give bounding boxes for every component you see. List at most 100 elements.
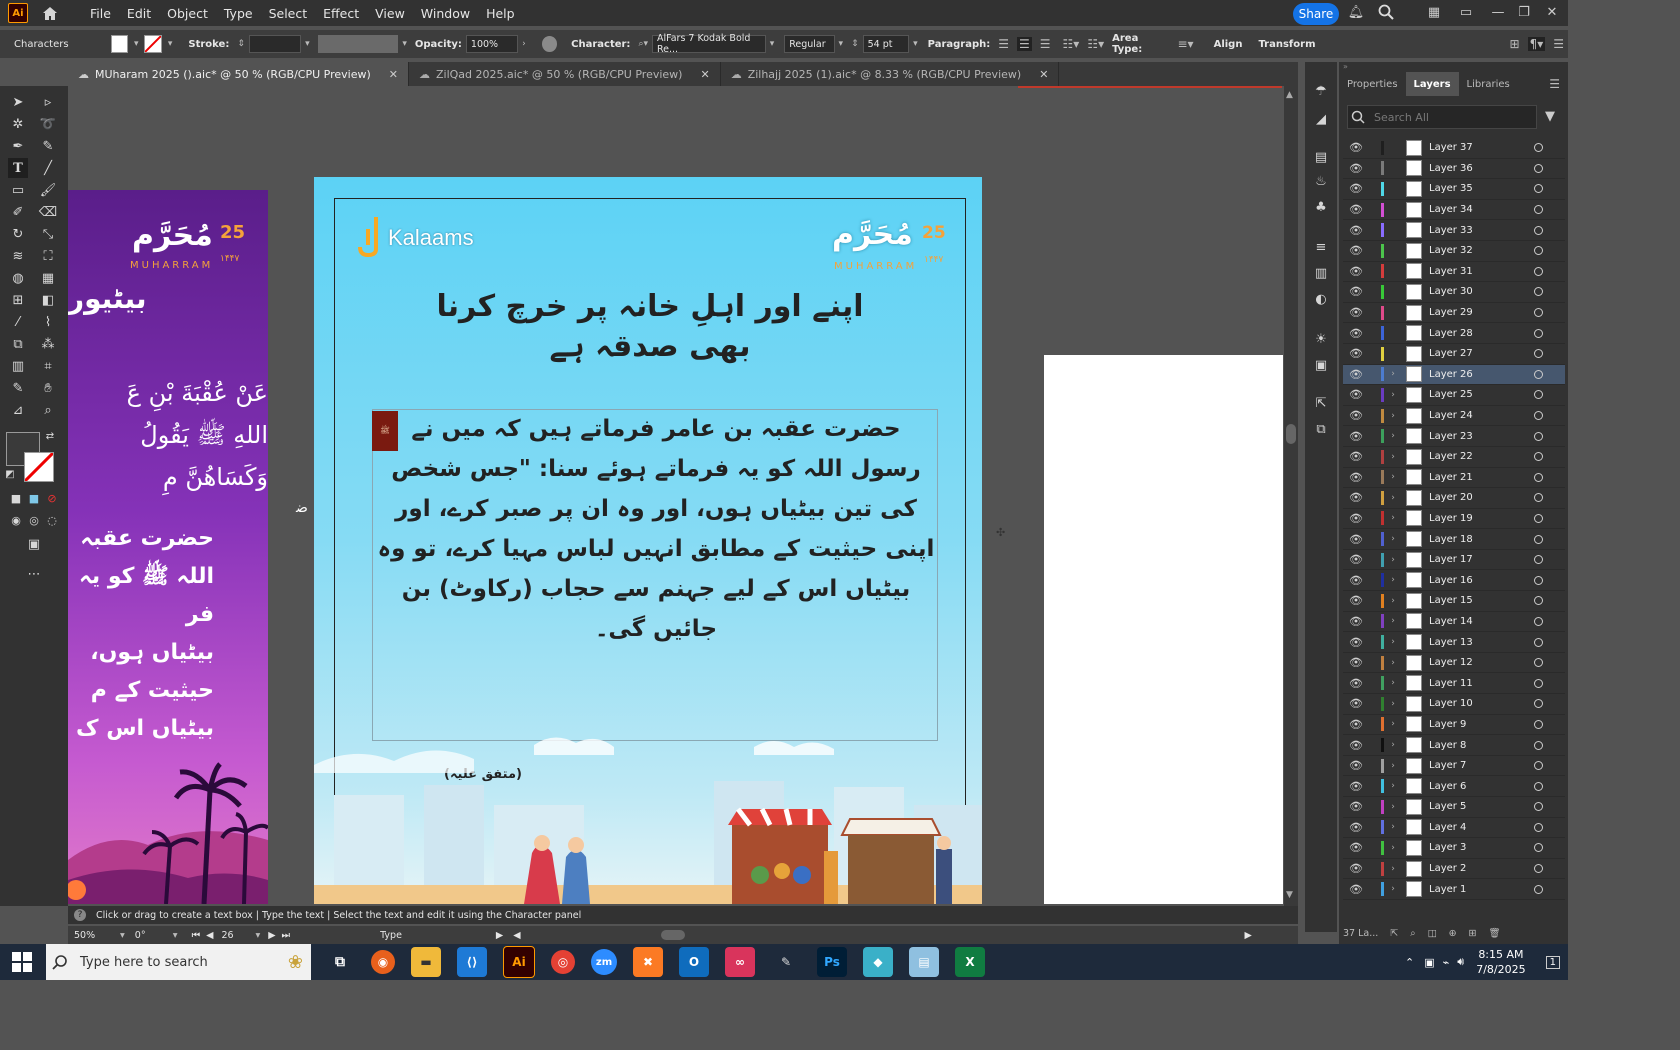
- layer-name[interactable]: Layer 32: [1429, 245, 1521, 256]
- target-circle-icon[interactable]: [1534, 390, 1543, 400]
- target-circle-icon[interactable]: [1534, 205, 1543, 215]
- target-circle-icon[interactable]: [1534, 266, 1543, 276]
- magic-wand-tool-icon[interactable]: ✲: [8, 114, 28, 134]
- notifications-icon[interactable]: 1: [1545, 955, 1560, 969]
- panel-menu-icon[interactable]: ☰: [1553, 37, 1564, 51]
- chevron-down-icon[interactable]: ▾: [173, 930, 178, 941]
- target-circle-icon[interactable]: [1534, 184, 1543, 194]
- expand-arrow-icon[interactable]: ›: [1384, 616, 1402, 626]
- layer-name[interactable]: Layer 29: [1429, 307, 1521, 318]
- rotate-tool-icon[interactable]: ↻: [8, 224, 28, 244]
- layer-name[interactable]: Layer 27: [1429, 348, 1521, 359]
- tab-properties[interactable]: Properties: [1339, 72, 1406, 96]
- tab-zilhajj[interactable]: ☁︎ Zilhajj 2025 (1).aic* @ 8.33 % (RGB/C…: [721, 62, 1060, 86]
- font-family-field[interactable]: AlFars 7 Kodak Bold Re...: [652, 33, 766, 55]
- artboards-panel-icon[interactable]: ⧉: [1311, 420, 1331, 438]
- visibility-eye-icon[interactable]: 👁︎: [1347, 739, 1365, 752]
- brushes-icon[interactable]: ♨︎: [1311, 172, 1331, 190]
- visibility-eye-icon[interactable]: 👁︎: [1347, 615, 1365, 628]
- blend-tool-icon[interactable]: ⧉: [8, 334, 28, 354]
- visibility-eye-icon[interactable]: 👁︎: [1347, 471, 1365, 484]
- stroke-weight-field[interactable]: [248, 35, 302, 53]
- appearance-icon[interactable]: ☂︎: [1311, 82, 1331, 100]
- layer-name[interactable]: Layer 3: [1429, 842, 1521, 853]
- expand-arrow-icon[interactable]: ›: [1384, 575, 1402, 585]
- column-graph-tool-icon[interactable]: ▥: [8, 356, 28, 376]
- layer-row[interactable]: 👁︎ › Layer 21: [1343, 468, 1565, 489]
- asset-export-icon[interactable]: ▤: [1311, 148, 1331, 166]
- font-size-field[interactable]: 54 pt: [862, 35, 910, 53]
- artboard-main[interactable]: Kalaams مُحَرَّم 25 MUHARRAM ۱۴۴۷ اپنے ا…: [314, 177, 982, 904]
- expand-arrow-icon[interactable]: ›: [1384, 781, 1402, 791]
- align-button[interactable]: Align: [1214, 39, 1243, 50]
- layer-row[interactable]: 👁︎ Layer 34: [1343, 200, 1565, 221]
- layer-name[interactable]: Layer 7: [1429, 760, 1521, 771]
- none-mode-icon[interactable]: ⊘: [42, 488, 62, 508]
- image-trace-icon[interactable]: ◢: [1311, 110, 1331, 128]
- photoshop-icon[interactable]: Ps: [817, 947, 847, 977]
- windows-start-icon[interactable]: [12, 952, 32, 972]
- illustrator-icon[interactable]: Ai: [503, 946, 535, 978]
- visibility-eye-icon[interactable]: 👁︎: [1347, 594, 1365, 607]
- expand-arrow-icon[interactable]: ›: [1384, 740, 1402, 750]
- arrange-icon[interactable]: ⊞: [1510, 37, 1520, 51]
- expand-arrow-icon[interactable]: ›: [1384, 431, 1402, 441]
- layer-name[interactable]: Layer 12: [1429, 657, 1521, 668]
- menu-type[interactable]: Type: [216, 6, 261, 21]
- layer-name[interactable]: Layer 11: [1429, 678, 1521, 689]
- pen-tool-icon[interactable]: ✒: [8, 136, 28, 156]
- menu-effect[interactable]: Effect: [315, 6, 367, 21]
- fill-swatch[interactable]: [110, 35, 128, 53]
- menu-edit[interactable]: Edit: [119, 6, 159, 21]
- tab-zilqad[interactable]: ☁︎ ZilQad 2025.aic* @ 50 % (RGB/CPU Prev…: [409, 62, 721, 86]
- visibility-eye-icon[interactable]: 👁︎: [1347, 512, 1365, 525]
- chevron-down-icon[interactable]: ▾: [168, 39, 173, 49]
- layer-name[interactable]: Layer 24: [1429, 410, 1521, 421]
- target-circle-icon[interactable]: [1534, 328, 1543, 338]
- layer-name[interactable]: Layer 18: [1429, 534, 1521, 545]
- target-circle-icon[interactable]: [1534, 843, 1543, 853]
- stroke-panel-icon[interactable]: ≡: [1311, 238, 1331, 256]
- layer-row[interactable]: 👁︎ › Layer 3: [1343, 838, 1565, 859]
- layer-name[interactable]: Layer 10: [1429, 698, 1521, 709]
- slice-tool-icon[interactable]: ⌗: [38, 356, 58, 376]
- layer-name[interactable]: Layer 25: [1429, 389, 1521, 400]
- font-style-field[interactable]: Regular: [784, 35, 835, 53]
- zoom-tool-icon[interactable]: ⌕: [38, 400, 58, 420]
- eraser-tool-icon[interactable]: ⌫: [38, 202, 58, 222]
- horizontal-scroll-thumb[interactable]: [660, 930, 685, 940]
- stroke-swatch[interactable]: [144, 35, 162, 53]
- hadith-body-text[interactable]: حضرت عقبہ بن عامر فرماتے ہیں کہ میں نے ر…: [374, 409, 938, 649]
- visibility-eye-icon[interactable]: 👁︎: [1347, 491, 1365, 504]
- expand-arrow-icon[interactable]: ›: [1384, 513, 1402, 523]
- illustrator-logo-icon[interactable]: Ai: [8, 3, 28, 23]
- last-artboard-icon[interactable]: ⏭: [282, 930, 291, 941]
- target-circle-icon[interactable]: [1534, 719, 1543, 729]
- close-icon[interactable]: ✕: [1542, 2, 1562, 22]
- draw-inside-icon[interactable]: ◌: [42, 510, 62, 530]
- expand-arrow-icon[interactable]: ›: [1384, 822, 1402, 832]
- visibility-eye-icon[interactable]: 👁︎: [1347, 780, 1365, 793]
- layer-row[interactable]: 👁︎ › Layer 14: [1343, 612, 1565, 633]
- xampp-icon[interactable]: ✖: [633, 947, 663, 977]
- visibility-eye-icon[interactable]: 👁︎: [1347, 327, 1365, 340]
- visibility-eye-icon[interactable]: 👁︎: [1347, 244, 1365, 257]
- stroke-stepper-icon[interactable]: ⇕: [237, 39, 245, 49]
- expand-arrow-icon[interactable]: ›: [1384, 369, 1402, 379]
- chevron-down-icon[interactable]: ▾: [770, 39, 775, 49]
- expand-arrow-icon[interactable]: ›: [1384, 596, 1402, 606]
- layer-name[interactable]: Layer 30: [1429, 286, 1521, 297]
- layer-name[interactable]: Layer 8: [1429, 740, 1521, 751]
- opacity-field[interactable]: 100%: [465, 35, 519, 53]
- target-circle-icon[interactable]: [1534, 472, 1543, 482]
- vscode-icon[interactable]: ⟨⟩: [457, 947, 487, 977]
- layer-name[interactable]: Layer 14: [1429, 616, 1521, 627]
- pen-icon[interactable]: ✎: [771, 947, 801, 977]
- visibility-eye-icon[interactable]: 👁︎: [1347, 285, 1365, 298]
- search-icon[interactable]: [1376, 2, 1396, 22]
- layer-row[interactable]: 👁︎ › Layer 16: [1343, 570, 1565, 592]
- layer-name[interactable]: Layer 13: [1429, 637, 1521, 648]
- visibility-eye-icon[interactable]: 👁︎: [1347, 368, 1365, 381]
- visibility-eye-icon[interactable]: 👁︎: [1347, 862, 1365, 875]
- layer-name[interactable]: Layer 21: [1429, 472, 1521, 483]
